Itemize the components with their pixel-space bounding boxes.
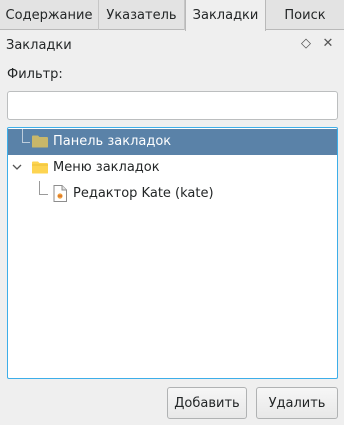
tree-item-bookmarks-toolbar[interactable]: Панель закладок <box>8 129 337 155</box>
tree-branch-line <box>39 194 48 195</box>
tree-item-label: Меню закладок <box>53 160 160 175</box>
close-icon[interactable]: ✕ <box>321 36 335 51</box>
filter-label: Фильтр: <box>7 67 63 82</box>
tree-branch-line <box>22 129 23 142</box>
chevron-down-icon[interactable] <box>11 161 23 173</box>
tab-search[interactable]: Поиск <box>266 0 344 30</box>
remove-button[interactable]: Удалить <box>256 387 338 419</box>
folder-icon <box>32 161 48 174</box>
tab-contents[interactable]: Содержание <box>0 0 99 30</box>
tree-item-bookmark[interactable]: Редактор Kate (kate) <box>8 181 337 207</box>
tab-index[interactable]: Указатель <box>99 0 185 30</box>
tab-bookmarks[interactable]: Закладки <box>185 0 266 31</box>
tab-bar: Содержание Указатель Закладки Поиск <box>0 0 344 31</box>
float-icon[interactable]: ◇ <box>299 36 313 51</box>
tree-item-label: Панель закладок <box>53 134 172 149</box>
tree-branch-line <box>39 181 40 194</box>
add-button[interactable]: Добавить <box>167 387 247 419</box>
tree-branch-line <box>22 142 30 143</box>
panel-title: Закладки <box>6 38 72 53</box>
tree-item-bookmarks-menu[interactable]: Меню закладок <box>8 155 337 181</box>
bookmarks-tree[interactable]: Панель закладок Меню закладок Редактор K… <box>7 127 338 379</box>
document-icon <box>53 185 67 202</box>
tree-item-label: Редактор Kate (kate) <box>73 186 214 201</box>
folder-icon <box>32 135 48 148</box>
filter-input[interactable] <box>7 91 338 120</box>
